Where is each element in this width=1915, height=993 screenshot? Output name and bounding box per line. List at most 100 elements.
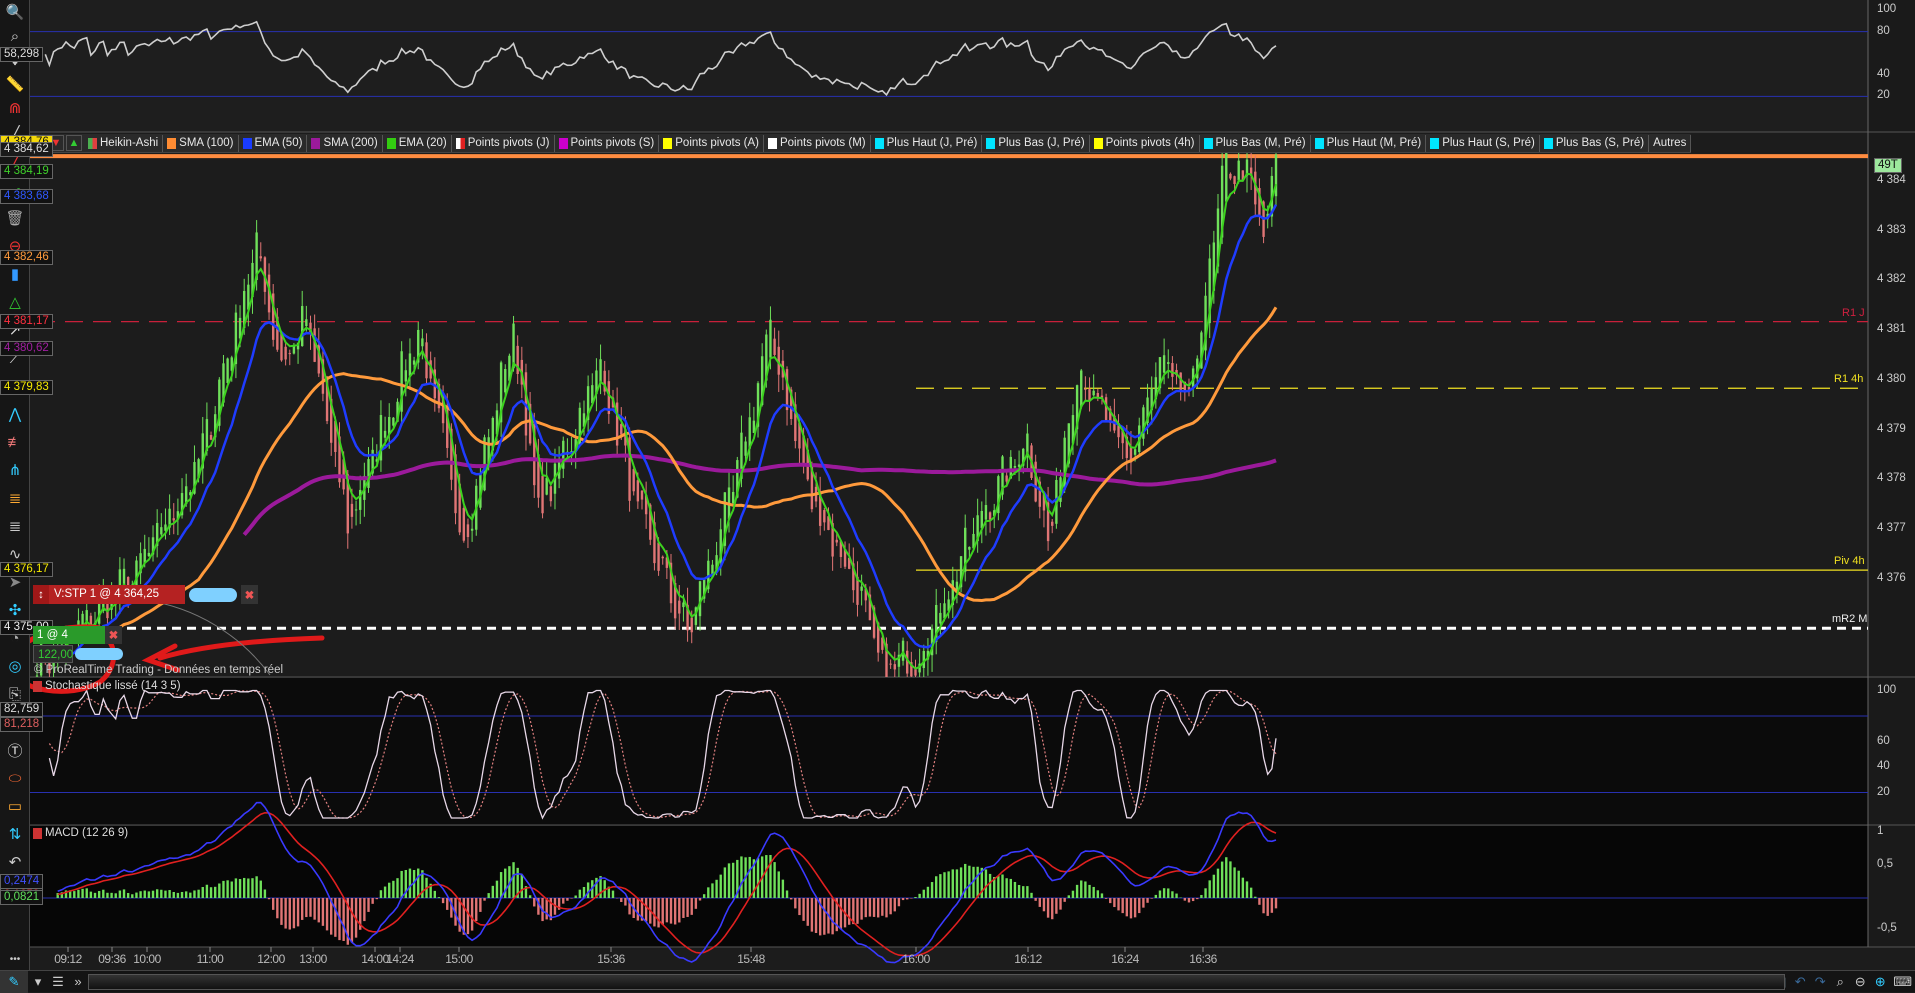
legend-item[interactable]: EMA (20) — [383, 134, 452, 152]
keyboard-icon[interactable]: ⌨ — [1890, 971, 1915, 993]
horizontal-scrollbar[interactable] — [88, 974, 1785, 990]
zoom-in-icon[interactable]: ⊕ — [1870, 971, 1890, 993]
menu-icon[interactable]: ☰ — [48, 971, 68, 993]
candle-body — [1104, 397, 1108, 420]
search-icon[interactable]: ⌕ — [0, 24, 30, 48]
legend-item[interactable]: Plus Haut (J, Pré) — [871, 134, 983, 152]
pnl-hidden — [75, 647, 123, 660]
trash-icon[interactable]: 🗑 — [0, 204, 30, 232]
text-bubble-icon[interactable]: Ⓣ — [0, 736, 30, 764]
candle-body — [1080, 370, 1083, 408]
legend-item[interactable]: Points pivots (M) — [764, 134, 871, 152]
candle-timer-badge: 49T — [1874, 158, 1902, 173]
stop-order-widget[interactable]: ↕ V:STP 1 @ 4 364,25 ✖ — [33, 585, 258, 604]
candle-body — [661, 556, 664, 559]
price-value-box: 4 384,19 — [0, 163, 53, 179]
candle-body — [914, 669, 917, 676]
legend-swatch — [455, 137, 465, 149]
candle-body — [682, 602, 685, 608]
legend-label: Plus Haut (J, Pré) — [886, 137, 978, 149]
time-axis-label: 16:00 — [902, 952, 930, 966]
spiral-icon[interactable]: ◎ — [0, 652, 30, 680]
zoom-icon[interactable]: 🔍 — [0, 0, 30, 24]
candle-body — [541, 476, 544, 514]
legend-item[interactable]: Plus Bas (J, Pré) — [982, 134, 1090, 152]
price-axis-tick: 4 379 — [1877, 422, 1906, 435]
zoom-fit-icon[interactable]: ⌕ — [1830, 971, 1850, 993]
candle-body — [1017, 464, 1021, 467]
legend-item[interactable]: Plus Haut (S, Pré) — [1426, 134, 1540, 152]
legend-item[interactable]: Plus Bas (S, Pré) — [1540, 134, 1650, 152]
legend-swatch — [558, 137, 568, 149]
cancel-stop-order-button[interactable]: ✖ — [241, 585, 258, 604]
parallel-channel-icon[interactable]: ≢ — [0, 428, 30, 456]
candle-body — [823, 510, 826, 523]
legend-label: Points pivots (J) — [467, 137, 550, 149]
level-label-r1j: R1 J — [1842, 306, 1865, 319]
legend-item[interactable]: Plus Bas (M, Pré) — [1200, 134, 1311, 152]
legend-item[interactable]: Points pivots (A) — [659, 134, 764, 152]
dropdown-arrow-icon[interactable]: ▾ — [28, 971, 48, 993]
fibonacci-extension-icon[interactable]: ≣ — [0, 512, 30, 540]
close-position-button[interactable]: ✖ — [105, 625, 122, 644]
candle-body — [122, 568, 126, 586]
candle-body — [1162, 355, 1166, 373]
legend-others-button[interactable]: Autres — [1649, 134, 1692, 152]
legend-item[interactable]: Points pivots (4h) — [1090, 134, 1200, 152]
legend-item[interactable]: Plus Haut (M, Pré) — [1311, 134, 1427, 152]
candle-body — [835, 539, 838, 543]
time-axis-label: 16:12 — [1014, 952, 1042, 966]
candle-body — [305, 319, 308, 327]
legend-item[interactable]: EMA (50) — [239, 134, 308, 152]
undo-drawing-icon[interactable]: ↶ — [0, 848, 30, 876]
legend-item[interactable]: Points pivots (J) — [452, 134, 555, 152]
buy-order-icon[interactable]: ▲ — [66, 135, 82, 151]
price-value-box: 4 381,17 — [0, 313, 53, 329]
ruler-icon[interactable]: 📏 — [0, 72, 30, 96]
rectangle-icon[interactable]: ▭ — [0, 792, 30, 820]
ellipse-icon[interactable]: ⬭ — [0, 764, 30, 792]
fibonacci-retracement-icon[interactable]: ≣ — [0, 484, 30, 512]
candle-body — [1171, 363, 1174, 377]
legend-label: SMA (200) — [323, 137, 378, 149]
candle-body — [769, 319, 772, 358]
candle-body — [785, 369, 789, 411]
legend-label: Plus Haut (M, Pré) — [1326, 137, 1422, 149]
candle-body — [698, 581, 702, 617]
magnet-icon[interactable]: ⋒ — [0, 96, 30, 120]
price-axis-tick: 4 377 — [1877, 521, 1906, 534]
undo-icon[interactable]: ↶ — [1790, 971, 1810, 993]
time-axis-label: 10:00 — [133, 952, 161, 966]
drag-order-icon[interactable]: ↕ — [33, 585, 49, 604]
indicator-legend: 🔔 ▼ ▲ Heikin-AshiSMA (100)EMA (50)SMA (2… — [30, 134, 1692, 153]
drawing-pen-icon[interactable]: ✎ — [0, 970, 28, 993]
price-axis-tick: 4 382 — [1877, 273, 1906, 286]
candle-body — [421, 338, 424, 347]
level-label-piv-4h: Piv 4h — [1834, 555, 1865, 568]
macd-axis-tick: -0,5 — [1877, 922, 1897, 935]
legend-item[interactable]: SMA (200) — [307, 134, 383, 152]
candle-body — [1084, 388, 1087, 390]
time-axis-label: 13:00 — [299, 952, 327, 966]
legend-label: Plus Bas (J, Pré) — [998, 137, 1085, 149]
andrews-pitchfork-icon[interactable]: ⋔ — [0, 456, 30, 484]
redo-icon[interactable]: ↷ — [1810, 971, 1830, 993]
position-widget[interactable]: 1 @ 4 262,00 ✖ — [33, 625, 122, 644]
measure-icon[interactable]: ⇅ — [0, 820, 30, 848]
legend-item[interactable]: SMA (100) — [163, 134, 239, 152]
channel-icon[interactable]: ⋀ — [0, 400, 30, 428]
triangle-icon[interactable]: △ — [0, 288, 30, 316]
legend-item[interactable]: Heikin-Ashi — [84, 134, 164, 152]
candle-body — [412, 360, 416, 365]
legend-label: Plus Haut (S, Pré) — [1442, 137, 1535, 149]
candle-body — [354, 509, 358, 511]
expand-icon[interactable]: » — [68, 971, 88, 993]
time-axis-label: 12:00 — [257, 952, 285, 966]
zoom-out-icon[interactable]: ⊖ — [1850, 971, 1870, 993]
candle-body — [512, 323, 515, 369]
candle-body — [640, 490, 644, 500]
more-options-button[interactable]: ••• — [0, 948, 30, 970]
legend-item[interactable]: Points pivots (S) — [555, 134, 660, 152]
time-axis-label: 11:00 — [196, 952, 224, 966]
legend-swatch — [1314, 137, 1324, 149]
